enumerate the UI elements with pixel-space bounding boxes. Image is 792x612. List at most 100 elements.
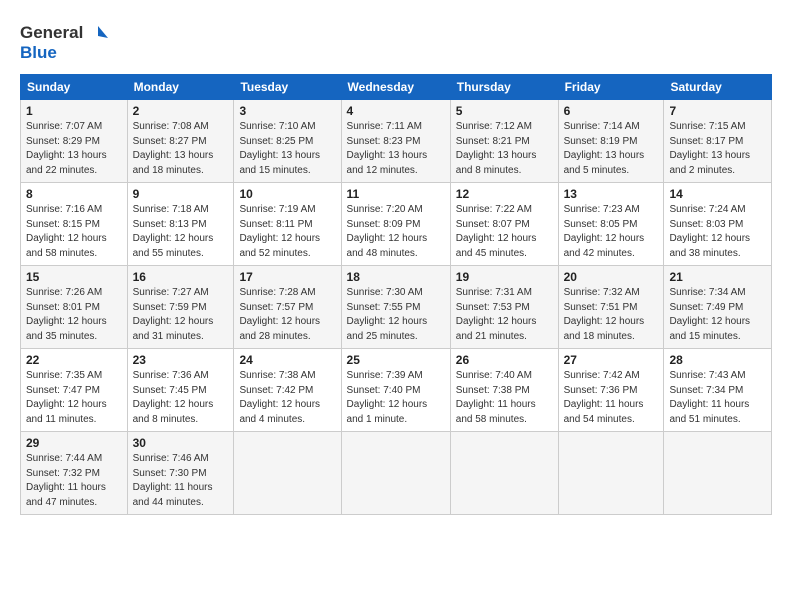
day-number: 11 [347,187,445,201]
day-number: 18 [347,270,445,284]
day-number: 20 [564,270,659,284]
day-info: Sunrise: 7:26 AMSunset: 8:01 PMDaylight:… [26,286,122,344]
col-saturday: Saturday [664,75,772,100]
day-number: 21 [669,270,766,284]
day-info: Sunrise: 7:19 AMSunset: 8:11 PMDaylight:… [239,203,335,261]
day-number: 2 [133,104,229,118]
calendar-cell [664,432,772,515]
day-number: 12 [456,187,553,201]
day-info: Sunrise: 7:39 AMSunset: 7:40 PMDaylight:… [347,369,445,427]
calendar-cell: 14 Sunrise: 7:24 AMSunset: 8:03 PMDayligh… [664,183,772,266]
day-number: 23 [133,353,229,367]
day-info: Sunrise: 7:36 AMSunset: 7:45 PMDaylight:… [133,369,229,427]
day-info: Sunrise: 7:46 AMSunset: 7:30 PMDaylight:… [133,452,229,510]
day-number: 7 [669,104,766,118]
calendar-cell: 21 Sunrise: 7:34 AMSunset: 7:49 PMDayligh… [664,266,772,349]
logo-icon: General Blue [20,16,110,64]
calendar-cell: 7 Sunrise: 7:15 AMSunset: 8:17 PMDaylight… [664,100,772,183]
calendar-cell: 20 Sunrise: 7:32 AMSunset: 7:51 PMDayligh… [558,266,664,349]
page: General Blue Sunday Monday Tuesday Wedne… [0,0,792,612]
calendar-cell: 22Sunrise: 7:35 AMSunset: 7:47 PMDayligh… [21,349,128,432]
day-info: Sunrise: 7:42 AMSunset: 7:36 PMDaylight:… [564,369,659,427]
day-info: Sunrise: 7:16 AMSunset: 8:15 PMDaylight:… [26,203,122,261]
day-info: Sunrise: 7:28 AMSunset: 7:57 PMDaylight:… [239,286,335,344]
col-thursday: Thursday [450,75,558,100]
calendar-cell: 26 Sunrise: 7:40 AMSunset: 7:38 PMDayligh… [450,349,558,432]
calendar-table: Sunday Monday Tuesday Wednesday Thursday… [20,74,772,515]
calendar-cell [341,432,450,515]
svg-text:General: General [20,23,83,42]
day-info: Sunrise: 7:20 AMSunset: 8:09 PMDaylight:… [347,203,445,261]
calendar-cell [558,432,664,515]
day-number: 10 [239,187,335,201]
calendar-cell: 10 Sunrise: 7:19 AMSunset: 8:11 PMDayligh… [234,183,341,266]
day-number: 6 [564,104,659,118]
day-info: Sunrise: 7:14 AMSunset: 8:19 PMDaylight:… [564,120,659,178]
calendar-cell: 15Sunrise: 7:26 AMSunset: 8:01 PMDayligh… [21,266,128,349]
day-info: Sunrise: 7:31 AMSunset: 7:53 PMDaylight:… [456,286,553,344]
day-info: Sunrise: 7:38 AMSunset: 7:42 PMDaylight:… [239,369,335,427]
calendar-cell [234,432,341,515]
col-friday: Friday [558,75,664,100]
calendar-cell: 27Sunrise: 7:42 AMSunset: 7:36 PMDayligh… [558,349,664,432]
col-monday: Monday [127,75,234,100]
calendar-cell: 18 Sunrise: 7:30 AMSunset: 7:55 PMDayligh… [341,266,450,349]
table-row: 1Sunrise: 7:07 AMSunset: 8:29 PMDaylight… [21,100,772,183]
day-number: 9 [133,187,229,201]
day-info: Sunrise: 7:30 AMSunset: 7:55 PMDaylight:… [347,286,445,344]
day-info: Sunrise: 7:08 AMSunset: 8:27 PMDaylight:… [133,120,229,178]
calendar-cell: 4Sunrise: 7:11 AMSunset: 8:23 PMDaylight… [341,100,450,183]
day-number: 30 [133,436,229,450]
day-info: Sunrise: 7:34 AMSunset: 7:49 PMDaylight:… [669,286,766,344]
day-number: 1 [26,104,122,118]
day-info: Sunrise: 7:18 AMSunset: 8:13 PMDaylight:… [133,203,229,261]
day-number: 16 [133,270,229,284]
day-info: Sunrise: 7:44 AMSunset: 7:32 PMDaylight:… [26,452,122,510]
day-number: 4 [347,104,445,118]
day-number: 3 [239,104,335,118]
day-info: Sunrise: 7:23 AMSunset: 8:05 PMDaylight:… [564,203,659,261]
svg-text:Blue: Blue [20,43,57,62]
day-number: 29 [26,436,122,450]
calendar-cell: 8 Sunrise: 7:16 AMSunset: 8:15 PMDaylight… [21,183,128,266]
calendar-cell: 24 Sunrise: 7:38 AMSunset: 7:42 PMDayligh… [234,349,341,432]
logo: General Blue [20,16,110,64]
table-row: 8 Sunrise: 7:16 AMSunset: 8:15 PMDaylight… [21,183,772,266]
day-info: Sunrise: 7:40 AMSunset: 7:38 PMDaylight:… [456,369,553,427]
calendar-cell: 29 Sunrise: 7:44 AMSunset: 7:32 PMDayligh… [21,432,128,515]
calendar-cell: 2 Sunrise: 7:08 AMSunset: 8:27 PMDaylight… [127,100,234,183]
header-row: Sunday Monday Tuesday Wednesday Thursday… [21,75,772,100]
calendar-cell: 5 Sunrise: 7:12 AMSunset: 8:21 PMDaylight… [450,100,558,183]
table-row: 29 Sunrise: 7:44 AMSunset: 7:32 PMDayligh… [21,432,772,515]
table-row: 22Sunrise: 7:35 AMSunset: 7:47 PMDayligh… [21,349,772,432]
table-row: 15Sunrise: 7:26 AMSunset: 8:01 PMDayligh… [21,266,772,349]
day-info: Sunrise: 7:27 AMSunset: 7:59 PMDaylight:… [133,286,229,344]
calendar-cell [450,432,558,515]
calendar-cell: 11 Sunrise: 7:20 AMSunset: 8:09 PMDayligh… [341,183,450,266]
day-number: 13 [564,187,659,201]
day-number: 17 [239,270,335,284]
day-number: 8 [26,187,122,201]
calendar-cell: 23 Sunrise: 7:36 AMSunset: 7:45 PMDayligh… [127,349,234,432]
day-number: 5 [456,104,553,118]
day-info: Sunrise: 7:43 AMSunset: 7:34 PMDaylight:… [669,369,766,427]
col-wednesday: Wednesday [341,75,450,100]
calendar-cell: 6 Sunrise: 7:14 AMSunset: 8:19 PMDaylight… [558,100,664,183]
day-number: 14 [669,187,766,201]
day-info: Sunrise: 7:24 AMSunset: 8:03 PMDaylight:… [669,203,766,261]
day-number: 24 [239,353,335,367]
day-number: 28 [669,353,766,367]
day-number: 26 [456,353,553,367]
header: General Blue [20,16,772,64]
calendar-cell: 13 Sunrise: 7:23 AMSunset: 8:05 PMDayligh… [558,183,664,266]
col-sunday: Sunday [21,75,128,100]
calendar-cell: 28 Sunrise: 7:43 AMSunset: 7:34 PMDayligh… [664,349,772,432]
calendar-body: 1Sunrise: 7:07 AMSunset: 8:29 PMDaylight… [21,100,772,515]
calendar-cell: 17 Sunrise: 7:28 AMSunset: 7:57 PMDayligh… [234,266,341,349]
calendar-cell: 3Sunrise: 7:10 AMSunset: 8:25 PMDaylight… [234,100,341,183]
day-info: Sunrise: 7:15 AMSunset: 8:17 PMDaylight:… [669,120,766,178]
day-info: Sunrise: 7:12 AMSunset: 8:21 PMDaylight:… [456,120,553,178]
day-info: Sunrise: 7:22 AMSunset: 8:07 PMDaylight:… [456,203,553,261]
calendar-cell: 19Sunrise: 7:31 AMSunset: 7:53 PMDayligh… [450,266,558,349]
day-info: Sunrise: 7:32 AMSunset: 7:51 PMDaylight:… [564,286,659,344]
